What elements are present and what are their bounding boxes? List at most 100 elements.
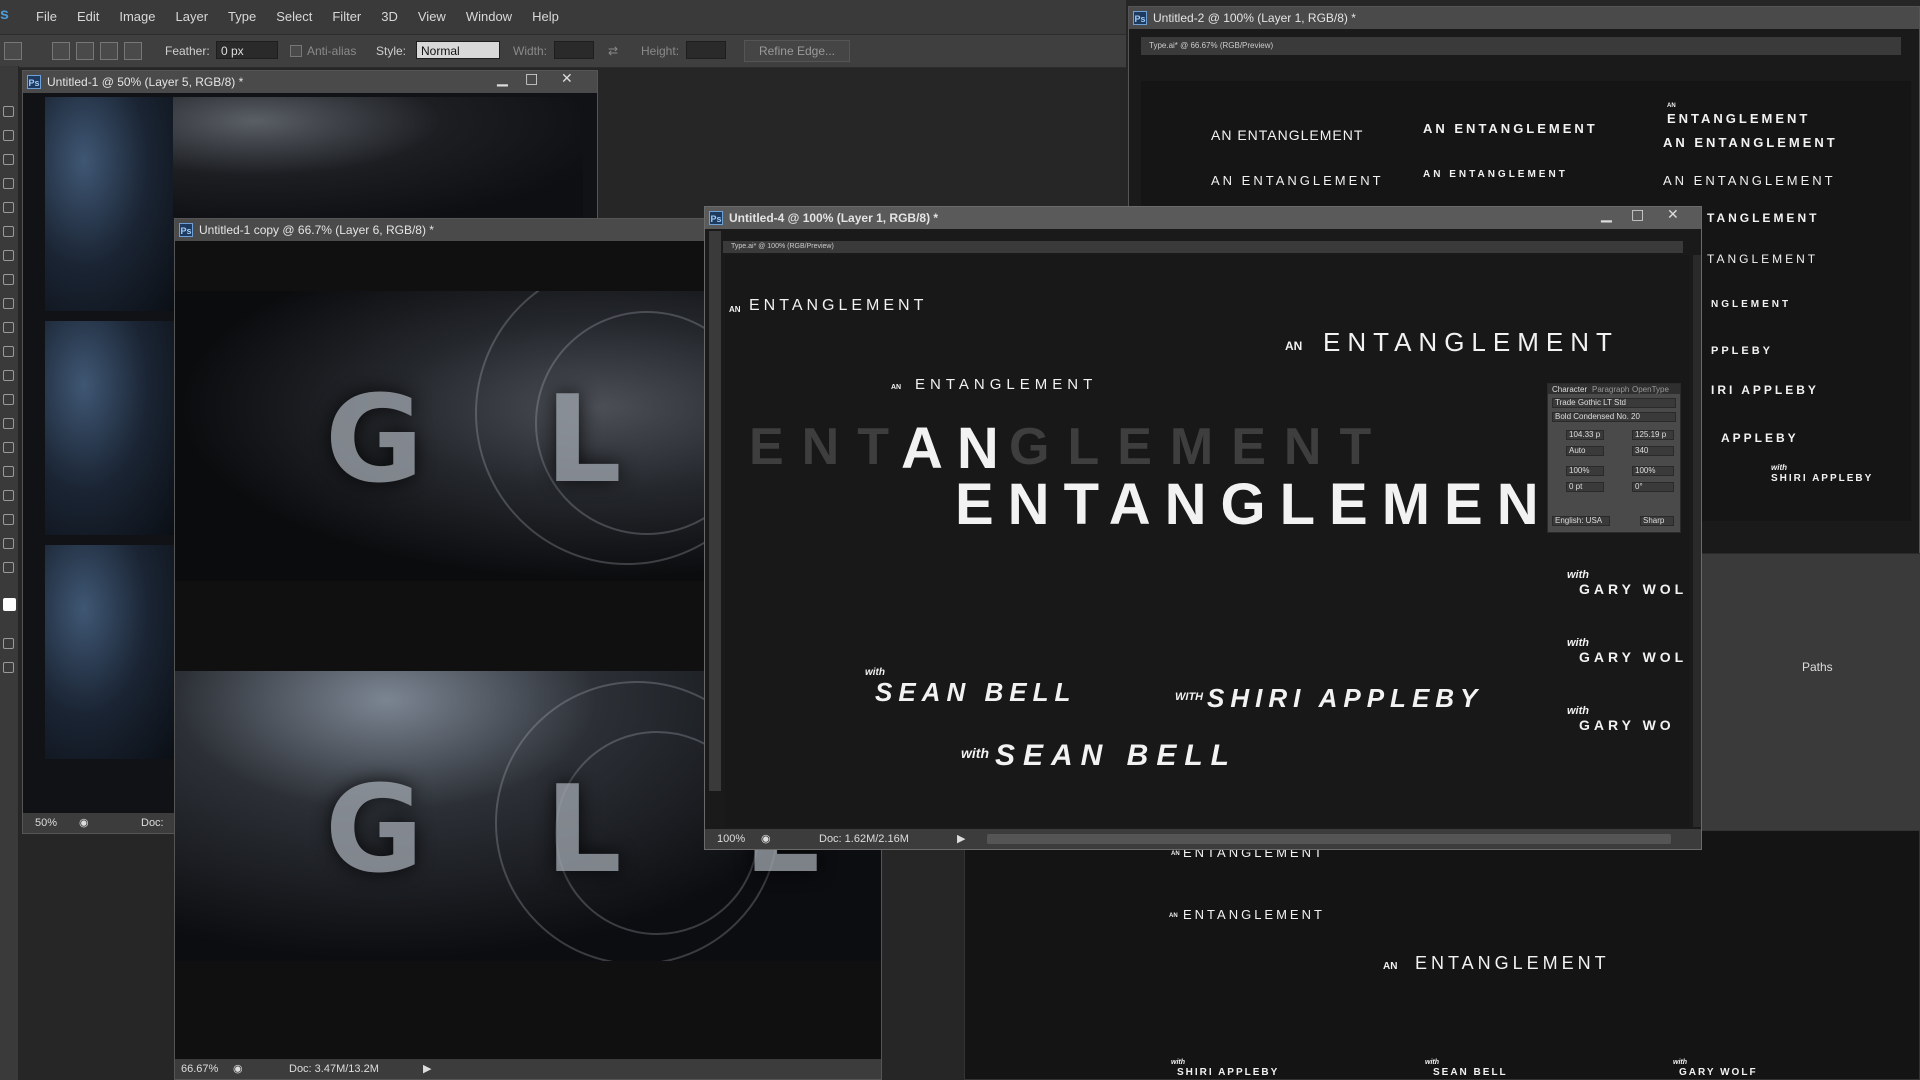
menu-3d[interactable]: 3D — [371, 9, 408, 24]
vertical-scrollbar[interactable] — [1693, 255, 1701, 827]
type-sample: ENTANGLEMENT — [1183, 907, 1325, 922]
window-titlebar[interactable]: Ps Untitled-4 @ 100% (Layer 1, RGB/8) * … — [705, 207, 1701, 229]
height-input[interactable] — [686, 41, 726, 59]
status-menu-arrow-icon[interactable]: ▶ — [957, 829, 965, 849]
quick-select-tool-icon[interactable] — [3, 178, 14, 189]
menu-edit[interactable]: Edit — [67, 9, 109, 24]
leading-field[interactable]: 125.19 p — [1632, 430, 1674, 440]
type-sample: GARY WOLF — [1679, 1067, 1758, 1078]
paths-tab[interactable]: Paths — [1802, 660, 1833, 674]
language-select[interactable]: English: USA — [1552, 516, 1610, 526]
antialias-select[interactable]: Sharp — [1640, 516, 1674, 526]
marquee-tool-icon[interactable] — [4, 42, 22, 60]
doc-size: Doc: — [141, 817, 164, 829]
horizontal-scale-field[interactable]: 100% — [1632, 466, 1674, 476]
rotation-field[interactable]: 0° — [1632, 482, 1674, 492]
kerning-field[interactable]: Auto — [1566, 446, 1604, 456]
window-title: Untitled-2 @ 100% (Layer 1, RGB/8) * — [1153, 11, 1356, 25]
font-size-field[interactable]: 104.33 p — [1566, 430, 1604, 440]
hand-tool-icon[interactable] — [3, 538, 14, 549]
maximize-icon[interactable]: □ — [1631, 207, 1644, 223]
title-line: ENTANGLEMENT — [1323, 327, 1619, 357]
status-icon[interactable]: ◉ — [79, 813, 89, 833]
menu-layer[interactable]: Layer — [166, 9, 219, 24]
lasso-tool-icon[interactable] — [3, 154, 14, 165]
gradient-tool-icon[interactable] — [3, 370, 14, 381]
font-style-select[interactable]: Bold Condensed No. 20 — [1552, 412, 1676, 422]
vertical-scale-field[interactable]: 100% — [1566, 466, 1604, 476]
options-bar: Feather: 0 px Anti-alias Style: Normal W… — [0, 34, 1126, 68]
crop-tool-icon[interactable] — [3, 202, 14, 213]
font-family-select[interactable]: Trade Gothic LT Std — [1552, 398, 1676, 408]
tab-character[interactable]: Character — [1552, 385, 1587, 394]
foreground-color-swatch[interactable] — [3, 598, 16, 611]
history-brush-tool-icon[interactable] — [3, 322, 14, 333]
blur-tool-icon[interactable] — [3, 394, 14, 405]
menu-filter[interactable]: Filter — [322, 9, 371, 24]
minimize-icon[interactable]: ▁ — [497, 71, 508, 87]
credit-with: with — [1567, 569, 1589, 581]
type-sample: AN ENTANGLEMENT — [1211, 173, 1384, 188]
quick-mask-icon[interactable] — [3, 638, 14, 649]
move-tool-icon[interactable] — [3, 106, 14, 117]
close-icon[interactable]: ✕ — [561, 71, 573, 87]
document-window-type-bottom[interactable]: AN ENTANGLEMENT AN ENTANGLEMENT AN ENTAN… — [964, 830, 1920, 1080]
close-icon[interactable]: ✕ — [1667, 207, 1679, 223]
zoom-level[interactable]: 50% — [35, 813, 57, 833]
tab-paragraph[interactable]: Paragraph — [1592, 385, 1629, 394]
brush-tool-icon[interactable] — [3, 274, 14, 285]
zoom-level[interactable]: 66.67% — [181, 1059, 218, 1079]
zoom-tool-icon[interactable] — [3, 562, 14, 573]
eyedropper-tool-icon[interactable] — [3, 226, 14, 237]
minimize-icon[interactable]: ▁ — [1601, 207, 1612, 223]
menu-file[interactable]: File — [26, 9, 67, 24]
stamp-tool-icon[interactable] — [3, 298, 14, 309]
status-icon[interactable]: ◉ — [233, 1059, 243, 1079]
credit-name: GARY WO — [1579, 717, 1675, 733]
dodge-tool-icon[interactable] — [3, 418, 14, 429]
feather-input[interactable]: 0 px — [216, 41, 278, 59]
canvas[interactable]: AN ENTANGLEMENT AN ENTANGLEMENT AN ENTAN… — [725, 255, 1689, 827]
style-select[interactable]: Normal — [416, 41, 500, 59]
antialias-label: Anti-alias — [307, 44, 357, 58]
zoom-level[interactable]: 100% — [717, 829, 745, 849]
title-line: ENTANGLEMENT — [749, 297, 928, 314]
swap-icon[interactable]: ⇄ — [608, 44, 618, 58]
tab-opentype[interactable]: OpenType — [1632, 385, 1669, 394]
intersect-selection-icon[interactable] — [124, 42, 142, 60]
type-sample-with: with — [1771, 463, 1787, 472]
width-input[interactable] — [554, 41, 594, 59]
menu-view[interactable]: View — [408, 9, 456, 24]
status-icon[interactable]: ◉ — [761, 829, 771, 849]
ghost-text: GLEMENT — [1009, 418, 1390, 476]
status-menu-arrow-icon[interactable]: ▶ — [423, 1059, 431, 1079]
baseline-shift-field[interactable]: 0 pt — [1566, 482, 1604, 492]
menu-window[interactable]: Window — [456, 9, 522, 24]
subtract-selection-icon[interactable] — [100, 42, 118, 60]
window-titlebar[interactable]: Ps Untitled-1 @ 50% (Layer 5, RGB/8) * ▁… — [23, 71, 597, 93]
healing-tool-icon[interactable] — [3, 250, 14, 261]
window-titlebar[interactable]: Ps Untitled-2 @ 100% (Layer 1, RGB/8) * — [1129, 7, 1919, 29]
horizontal-scrollbar[interactable] — [987, 834, 1671, 844]
inner-tab[interactable]: Type.ai* @ 66.67% (RGB/Preview) — [1141, 37, 1901, 55]
maximize-icon[interactable]: □ — [525, 71, 538, 87]
refine-edge-button[interactable]: Refine Edge... — [744, 40, 850, 62]
antialias-checkbox[interactable] — [290, 45, 302, 57]
eraser-tool-icon[interactable] — [3, 346, 14, 357]
menu-image[interactable]: Image — [109, 9, 165, 24]
document-window-untitled-4[interactable]: Ps Untitled-4 @ 100% (Layer 1, RGB/8) * … — [704, 206, 1702, 850]
add-selection-icon[interactable] — [76, 42, 94, 60]
inner-tab[interactable]: Type.ai* @ 100% (RGB/Preview) — [723, 241, 1683, 253]
character-panel[interactable]: Character Paragraph OpenType Trade Gothi… — [1547, 383, 1681, 533]
shape-tool-icon[interactable] — [3, 514, 14, 525]
pen-tool-icon[interactable] — [3, 442, 14, 453]
tracking-field[interactable]: 340 — [1632, 446, 1674, 456]
new-selection-icon[interactable] — [52, 42, 70, 60]
menu-type[interactable]: Type — [218, 9, 266, 24]
menu-select[interactable]: Select — [266, 9, 322, 24]
path-select-tool-icon[interactable] — [3, 490, 14, 501]
menu-help[interactable]: Help — [522, 9, 569, 24]
marquee-tool-icon[interactable] — [3, 130, 14, 141]
screen-mode-icon[interactable] — [3, 662, 14, 673]
type-tool-icon[interactable] — [3, 466, 14, 477]
